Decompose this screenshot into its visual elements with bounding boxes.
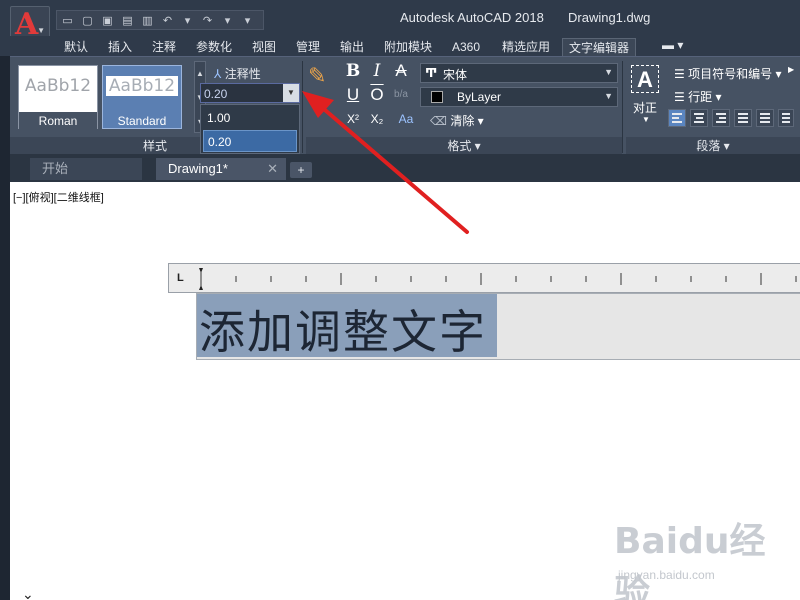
close-icon[interactable]: ✕: [267, 158, 278, 180]
justify-icon: A: [631, 65, 659, 93]
chevron-down-icon: ▼: [37, 26, 45, 35]
paragraph-panel-footer: 段落 ▾: [626, 137, 800, 155]
app-title: Autodesk AutoCAD 2018: [400, 10, 544, 25]
justify-button[interactable]: A 对正 ▼: [628, 63, 664, 129]
chevron-down-icon[interactable]: ▼: [283, 84, 299, 102]
saveas-icon[interactable]: ▤: [119, 12, 136, 28]
truetype-font-icon: Ͳ: [425, 66, 438, 80]
color-swatch: [431, 91, 443, 103]
new-icon[interactable]: ▭: [59, 12, 76, 28]
tab-insert[interactable]: 插入: [102, 38, 138, 56]
customize-qat-icon[interactable]: ▾: [239, 12, 256, 28]
chevron-down-icon: ▼: [604, 91, 613, 101]
selected-text[interactable]: 添加调整文字: [197, 294, 497, 359]
align-left-button[interactable]: [668, 109, 686, 127]
subscript-button[interactable]: X₂: [368, 109, 386, 129]
color-select[interactable]: ByLayer ▼: [420, 87, 618, 107]
undo-icon[interactable]: ↶: [159, 12, 176, 28]
distribute-button[interactable]: [756, 109, 774, 127]
align-center-button[interactable]: [690, 109, 708, 127]
tab-manage[interactable]: 管理: [290, 38, 326, 56]
superscript-button[interactable]: X²: [344, 109, 362, 129]
ribbon-body: AaBb12 Roman AaBb12 Standard ▲ ▼ ▾ ⅄ 注释性…: [10, 56, 800, 155]
ribbon-toggle-icon[interactable]: ▬ ▾: [656, 36, 689, 54]
underline-button[interactable]: U: [344, 85, 362, 105]
height-option[interactable]: 1.00: [203, 107, 297, 129]
italic-button[interactable]: I: [368, 61, 386, 81]
ribbon-tab-bar: 默认 插入 注释 参数化 视图 管理 输出 附加模块 A360 精选应用 文字编…: [0, 36, 800, 56]
justify-align-button[interactable]: [734, 109, 752, 127]
bullet-list-icon: ☰: [674, 67, 685, 81]
ruler-ticks: [199, 268, 797, 290]
style-swatch-standard[interactable]: AaBb12 Standard: [102, 65, 182, 129]
annotative-toggle[interactable]: ⅄ 注释性: [214, 65, 261, 82]
chevron-down-icon: ▼: [642, 115, 650, 124]
text-height-input[interactable]: 0.20 ▼: [200, 83, 300, 103]
clear-format-button[interactable]: ⌫ 清除 ▾: [430, 112, 484, 129]
stack-icon: b/a: [394, 89, 408, 100]
chevron-down-icon[interactable]: ⌄: [22, 586, 34, 600]
change-case-button[interactable]: Aa: [392, 109, 420, 129]
panel-divider: [302, 61, 303, 153]
eraser-icon: ⌫: [430, 114, 447, 128]
tab-drawing1[interactable]: Drawing1* ✕: [156, 158, 286, 180]
line-spacing-button[interactable]: ☰ 行距 ▾: [674, 88, 721, 105]
annotative-icon: ⅄: [214, 67, 222, 81]
tab-start[interactable]: 开始: [30, 158, 142, 180]
tab-stop-icon[interactable]: L: [177, 272, 184, 284]
bullets-numbering-button[interactable]: ☰ 项目符号和编号 ▾: [674, 65, 781, 82]
align-right-button[interactable]: [712, 109, 730, 127]
redo-dropdown-icon[interactable]: ▾: [219, 12, 236, 28]
mtext-editor[interactable]: 添加调整文字: [196, 293, 800, 360]
quick-access-toolbar: ▭ ▢ ▣ ▤ ▥ ↶ ▾ ↷ ▾ ▾: [56, 10, 264, 30]
tab-addins[interactable]: 附加模块: [378, 38, 438, 56]
format-panel-footer: 格式 ▾: [306, 137, 622, 155]
open-icon[interactable]: ▢: [79, 12, 96, 28]
tab-featured-apps[interactable]: 精选应用: [496, 38, 556, 56]
tab-view[interactable]: 视图: [246, 38, 282, 56]
document-title: Drawing1.dwg: [568, 10, 651, 25]
tab-default[interactable]: 默认: [58, 38, 94, 56]
panel-divider: [622, 61, 623, 153]
watermark-url: jingyan.baidu.com: [618, 568, 715, 582]
height-option-selected[interactable]: 0.20: [203, 130, 297, 152]
tab-annotate[interactable]: 注释: [146, 38, 182, 56]
style-swatch-roman[interactable]: AaBb12 Roman: [18, 65, 98, 130]
font-select[interactable]: Ͳ 宋体 ▼: [420, 63, 618, 83]
more-align-button[interactable]: [778, 109, 794, 127]
overline-button[interactable]: O: [368, 85, 386, 105]
tab-output[interactable]: 输出: [334, 38, 370, 56]
text-editor-ruler[interactable]: L: [168, 263, 800, 293]
save-icon[interactable]: ▣: [99, 12, 116, 28]
match-format-icon[interactable]: ✎: [308, 63, 326, 89]
title-bar: ▭ ▢ ▣ ▤ ▥ ↶ ▾ ↷ ▾ ▾ Autodesk AutoCAD 201…: [0, 0, 800, 36]
chevron-down-icon: ▼: [604, 67, 613, 77]
watermark-logo: Baidu经验: [614, 521, 766, 600]
tab-text-editor[interactable]: 文字编辑器: [562, 38, 637, 56]
left-frame: [0, 36, 10, 600]
tab-a360[interactable]: A360: [446, 38, 486, 56]
bold-button[interactable]: B: [344, 61, 362, 81]
viewport-controls[interactable]: [−][俯视][二维线框]: [13, 189, 104, 205]
print-icon[interactable]: ▥: [139, 12, 156, 28]
text-height-dropdown: 1.00 0.20: [200, 104, 300, 154]
panel-overflow-icon[interactable]: ▶: [788, 65, 794, 74]
tab-parametric[interactable]: 参数化: [190, 38, 238, 56]
redo-icon[interactable]: ↷: [199, 12, 216, 28]
document-tab-bar: 开始 Drawing1* ✕ +: [10, 154, 800, 182]
strikethrough-button[interactable]: A: [392, 61, 410, 81]
undo-dropdown-icon[interactable]: ▾: [179, 12, 196, 28]
new-tab-button[interactable]: +: [290, 162, 312, 178]
line-spacing-icon: ☰: [674, 90, 685, 104]
